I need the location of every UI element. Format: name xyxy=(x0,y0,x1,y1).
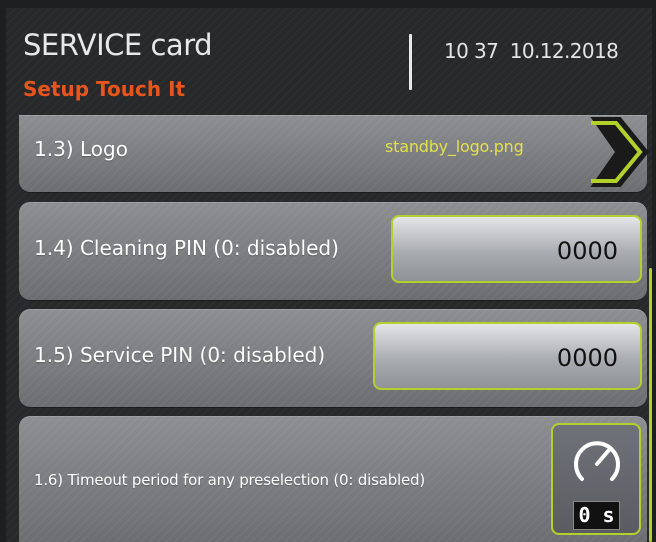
clock-date: 10.12.2018 xyxy=(509,39,619,63)
gauge-icon xyxy=(574,441,620,481)
setting-row-logo[interactable]: 1.3) Logo standby_logo.png xyxy=(19,115,649,192)
logo-filename: standby_logo.png xyxy=(385,137,524,156)
clock: 10 37 10.12.2018 xyxy=(444,39,619,63)
header: SERVICE card Setup Touch It 10 37 10.12.… xyxy=(6,8,652,120)
page-title: SERVICE card xyxy=(23,28,213,62)
setting-row-service-pin[interactable]: 1.5) Service PIN (0: disabled) 0000 xyxy=(19,309,647,407)
header-divider xyxy=(409,34,412,90)
chevron-right-icon[interactable] xyxy=(567,117,651,187)
setting-row-cleaning-pin[interactable]: 1.4) Cleaning PIN (0: disabled) 0000 xyxy=(19,202,647,300)
timeout-value: 0 s xyxy=(573,501,620,530)
timeout-button[interactable]: 0 s xyxy=(551,423,641,535)
service-pin-field[interactable]: 0000 xyxy=(373,322,642,390)
setting-label-service-pin: 1.5) Service PIN (0: disabled) xyxy=(34,343,326,367)
setting-label-cleaning-pin: 1.4) Cleaning PIN (0: disabled) xyxy=(34,236,339,260)
setting-label-timeout: 1.6) Timeout period for any preselection… xyxy=(34,471,425,489)
service-card-screen: SERVICE card Setup Touch It 10 37 10.12.… xyxy=(6,8,652,542)
setting-label-logo: 1.3) Logo xyxy=(34,137,128,161)
page-subtitle: Setup Touch It xyxy=(23,77,186,101)
scrollbar[interactable] xyxy=(649,268,652,542)
clock-time: 10 37 xyxy=(444,39,499,63)
service-pin-value: 0000 xyxy=(556,344,618,372)
setting-row-timeout[interactable]: 1.6) Timeout period for any preselection… xyxy=(19,416,647,542)
cleaning-pin-value: 0000 xyxy=(556,237,618,265)
cleaning-pin-field[interactable]: 0000 xyxy=(391,215,642,283)
